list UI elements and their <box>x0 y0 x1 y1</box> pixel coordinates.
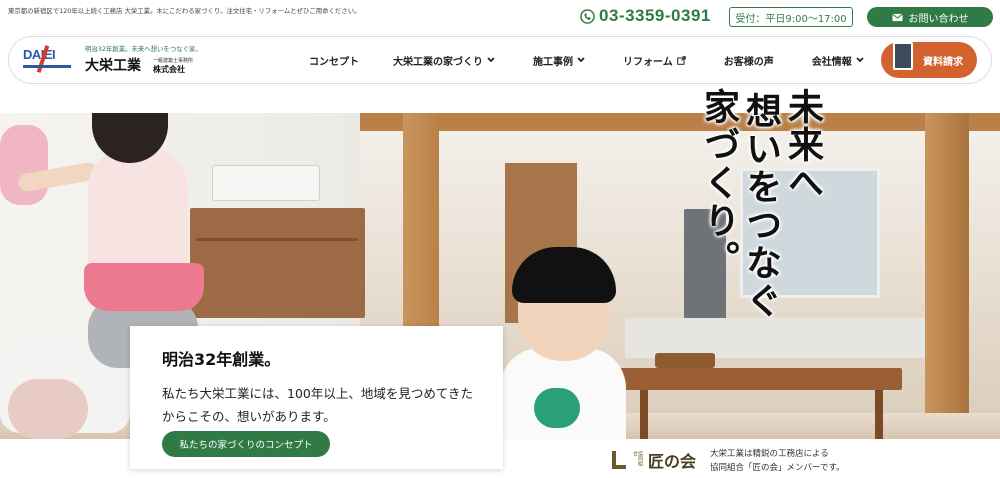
nav-item-label: 会社情報 <box>811 56 852 68</box>
logo-company-name: 大栄工業 <box>85 58 141 74</box>
main-nav: コンセプト 大栄工業の家づくり 施工事例 リフォーム お客様の声 会社情報 <box>309 37 864 83</box>
catch-line-3: 家づくり。 <box>698 88 739 278</box>
catch-line-2: 想いをつなぐ <box>740 92 781 320</box>
intro-title: 明治32年創業。 <box>162 350 281 369</box>
hero-shelf <box>190 208 365 318</box>
request-button-label: 資料請求 <box>923 56 963 68</box>
chevron-down-icon <box>856 57 864 63</box>
membership-line-1: 大栄工業は精鋭の工務店による <box>710 449 829 459</box>
intro-body: 私たち大栄工業には、100年以上、地域を見つめてきたからこその、想いがあります。 <box>162 386 473 424</box>
hero-table-leg <box>875 390 883 439</box>
logo-underline <box>23 65 71 68</box>
hero-girl-shirt <box>88 148 188 273</box>
book-icon <box>893 42 913 70</box>
nav-item-reform[interactable]: リフォーム <box>623 53 686 68</box>
membership-line-2: 協同組合「匠の会」メンバーです。 <box>710 463 845 473</box>
takumi-mark-icon <box>612 451 626 469</box>
hero-teddy-bear <box>8 379 88 439</box>
hero-table-leg <box>640 390 648 439</box>
phone-number: 03-3359-0391 <box>599 6 711 25</box>
chevron-down-icon <box>487 57 495 63</box>
nav-item-concept[interactable]: コンセプト <box>309 53 359 68</box>
takumi-logo[interactable]: 協同組合 匠の会 <box>612 448 696 472</box>
site-header: DAIEI 明治32年創業。未来へ想いをつなぐ家。 大栄工業 一級建築士事務所 … <box>8 36 992 84</box>
contact-button[interactable]: お問い合わせ <box>867 7 993 27</box>
nav-item-label: リフォーム <box>623 56 673 68</box>
nav-item-house-building[interactable]: 大栄工業の家づくり <box>393 53 495 68</box>
hero-printer <box>212 165 320 201</box>
nav-item-label: お客様の声 <box>723 56 774 68</box>
hero-ceiling-beam <box>360 113 1000 131</box>
logo-mark-text: DAIEI <box>23 47 56 62</box>
nav-item-voices[interactable]: お客様の声 <box>724 53 774 68</box>
contact-button-label: お問い合わせ <box>908 13 969 25</box>
business-hours: 受付：平日9:00〜17:00 <box>729 7 853 27</box>
catch-line-1: 未来へ <box>782 88 823 202</box>
hero-catch-copy: 未来へ 想いをつなぐ 家づくり。 <box>698 88 823 348</box>
hero-boy-shirt-print <box>534 388 580 428</box>
nav-item-label: 施工事例 <box>533 56 573 68</box>
mail-icon <box>891 13 903 21</box>
request-brochure-button[interactable]: 資料請求 <box>881 42 977 78</box>
hero-girl-skirt <box>84 263 204 311</box>
nav-item-company[interactable]: 会社情報 <box>812 53 864 68</box>
takumi-org-type: 協同組合 <box>632 451 643 466</box>
nav-item-label: 大栄工業の家づくり <box>393 56 483 68</box>
top-bar: 東京都の新宿区で120年以上続く工務店 大栄工業。木にこだわる家づくり。注文住宅… <box>0 0 1000 34</box>
hero-table <box>612 368 902 390</box>
site-tagline: 東京都の新宿区で120年以上続く工務店 大栄工業。木にこだわる家づくり。注文住宅… <box>8 7 361 15</box>
logo-mark: DAIEI <box>23 45 75 75</box>
intro-card: 明治32年創業。 私たち大栄工業には、100年以上、地域を見つめてきたからこその… <box>130 326 503 469</box>
external-link-icon <box>676 55 686 65</box>
nav-item-label: コンセプト <box>309 56 359 68</box>
nav-item-works[interactable]: 施工事例 <box>533 53 585 68</box>
phone-icon <box>580 8 595 24</box>
concept-button[interactable]: 私たちの家づくりのコンセプト <box>162 431 330 457</box>
hero-pillow <box>0 125 48 205</box>
logo-catch: 明治32年創業。未来へ想いをつなぐ家。 <box>85 45 202 53</box>
logo-corp-type: 株式会社 <box>153 65 185 74</box>
membership-note: 大栄工業は精鋭の工務店による 協同組合「匠の会」メンバーです。 <box>710 447 845 475</box>
hero-chair <box>655 353 715 368</box>
logo-office-type: 一級建築士事務所 <box>153 58 194 64</box>
phone-link[interactable]: 03-3359-0391 <box>580 6 711 26</box>
takumi-name: 匠の会 <box>648 452 697 471</box>
chevron-down-icon <box>577 57 585 63</box>
site-logo[interactable]: DAIEI 明治32年創業。未来へ想いをつなぐ家。 大栄工業 一級建築士事務所 … <box>23 43 223 79</box>
page: 東京都の新宿区で120年以上続く工務店 大栄工業。木にこだわる家づくり。注文住宅… <box>0 0 1000 478</box>
hero-pillar <box>925 113 969 439</box>
